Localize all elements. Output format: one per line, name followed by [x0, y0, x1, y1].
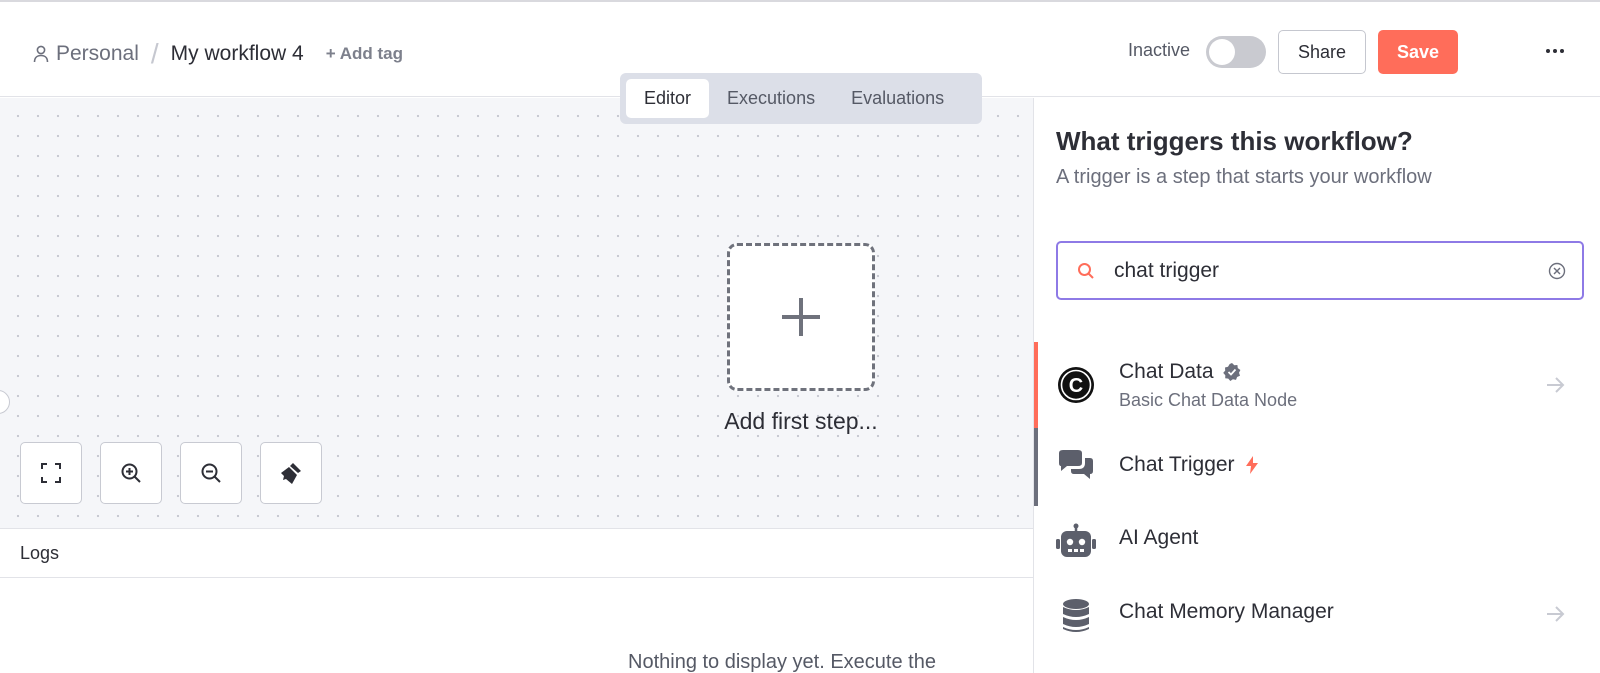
tidy-up-button[interactable]: [260, 442, 322, 504]
result-item-chat-trigger[interactable]: Chat Trigger: [1034, 428, 1600, 506]
fullscreen-icon: [41, 463, 61, 483]
hover-indicator: [1034, 428, 1038, 506]
broom-icon: [281, 463, 301, 484]
breadcrumb-separator: /: [150, 38, 159, 69]
panel-title: What triggers this workflow?: [1056, 126, 1413, 156]
search-icon: [1078, 262, 1094, 279]
tab-evaluations[interactable]: Evaluations: [833, 79, 962, 118]
logs-panel: Logs Nothing to display yet. Execute the: [0, 528, 1033, 673]
zoom-in-icon: [121, 463, 141, 483]
add-tag-link[interactable]: + Add tag: [326, 44, 403, 64]
add-first-step-button[interactable]: [727, 243, 875, 391]
clear-search-icon[interactable]: [1548, 262, 1566, 280]
save-button[interactable]: Save: [1378, 30, 1458, 74]
bolt-icon: [1245, 456, 1258, 474]
active-toggle[interactable]: [1206, 36, 1266, 68]
canvas-edge-handle[interactable]: [0, 390, 10, 414]
more-options-icon[interactable]: [1540, 36, 1570, 66]
result-item-chat-memory-manager[interactable]: Chat Memory Manager: [1034, 578, 1600, 650]
breadcrumb: Personal / My workflow 4 + Add tag: [32, 38, 403, 70]
add-first-step-label: Add first step...: [724, 408, 878, 434]
result-name: Chat Data: [1119, 360, 1214, 383]
result-name: Chat Memory Manager: [1119, 600, 1334, 623]
arrow-right-icon: [1547, 377, 1565, 393]
selection-indicator: [1034, 342, 1038, 428]
logs-header[interactable]: Logs: [0, 529, 1033, 578]
robot-icon: [1056, 522, 1096, 562]
verified-icon: [1222, 363, 1240, 381]
result-name: AI Agent: [1119, 526, 1199, 549]
search-box: [1056, 241, 1584, 300]
search-input[interactable]: [1114, 258, 1534, 283]
node-creator-panel: What triggers this workflow? A trigger i…: [1033, 98, 1600, 673]
tab-editor[interactable]: Editor: [626, 79, 710, 118]
panel-subtitle: A trigger is a step that starts your wor…: [1056, 166, 1432, 188]
zoom-out-button[interactable]: [180, 442, 242, 504]
workflow-canvas[interactable]: Add first step...: [0, 98, 1033, 528]
svg-text:C: C: [1069, 375, 1083, 397]
share-button[interactable]: Share: [1278, 30, 1366, 74]
view-tabs: Editor Executions Evaluations: [620, 73, 982, 124]
user-icon: [33, 45, 49, 63]
fit-view-button[interactable]: [20, 442, 82, 504]
arrow-right-icon: [1547, 606, 1565, 622]
result-name: Chat Trigger: [1119, 453, 1235, 476]
zoom-in-button[interactable]: [100, 442, 162, 504]
zoom-out-icon: [201, 463, 221, 483]
result-item-chat-data[interactable]: C Chat Data Basic Chat Data Node: [1034, 342, 1600, 428]
chat-data-logo-icon: C: [1056, 365, 1096, 405]
database-icon: [1056, 596, 1096, 636]
result-description: Basic Chat Data Node: [1119, 390, 1298, 410]
result-item-ai-agent[interactable]: AI Agent: [1034, 506, 1600, 578]
status-label: Inactive: [1128, 40, 1191, 60]
workflow-name[interactable]: My workflow 4: [171, 42, 304, 66]
logs-empty-message: Nothing to display yet. Execute the: [628, 651, 936, 673]
logs-title: Logs: [20, 542, 60, 563]
chat-bubbles-icon: [1056, 447, 1096, 487]
project-link[interactable]: Personal: [56, 42, 139, 66]
plus-icon: [782, 298, 820, 336]
toggle-knob: [1209, 39, 1235, 65]
tab-executions[interactable]: Executions: [709, 79, 833, 118]
